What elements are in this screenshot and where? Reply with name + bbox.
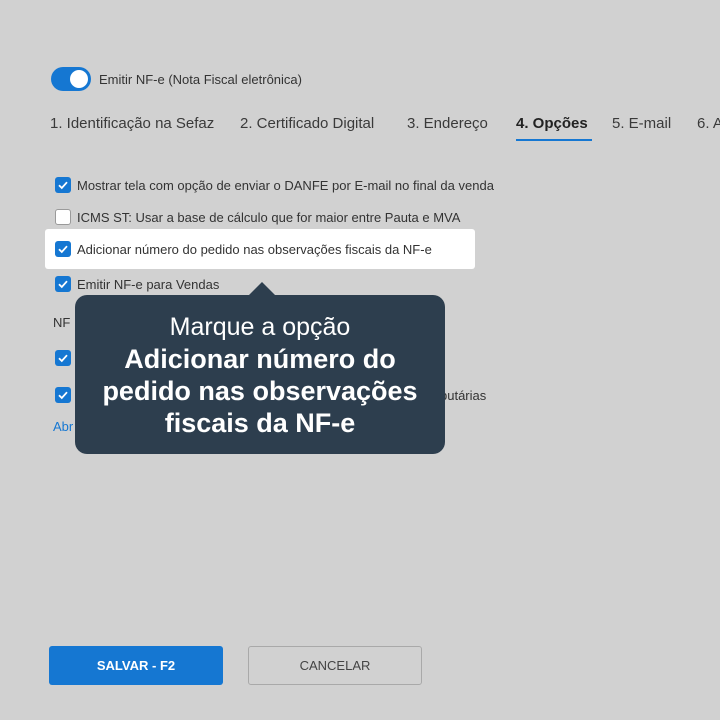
checkbox-danfe-email[interactable]: [55, 177, 71, 193]
tooltip-line1: Marque a opção: [169, 313, 351, 341]
option-label-danfe-email: Mostrar tela com opção de enviar o DANFE…: [77, 177, 494, 193]
option-row-icms-st: ICMS ST: Usar a base de cálculo que for …: [55, 209, 460, 225]
check-icon: [58, 354, 68, 363]
toggle-knob: [70, 70, 88, 88]
cancel-button[interactable]: CANCELAR: [248, 646, 422, 685]
option-row-hidden-2: [55, 387, 71, 403]
option-label-icms-st: ICMS ST: Usar a base de cálculo que for …: [77, 209, 461, 225]
checkbox-hidden-2[interactable]: [55, 387, 71, 403]
tab-opcoes[interactable]: 4. Opções: [516, 113, 588, 135]
option-row-danfe-email: Mostrar tela com opção de enviar o DANFE…: [55, 177, 494, 193]
tab-6[interactable]: 6. A: [697, 113, 720, 135]
option-label-numero-pedido: Adicionar número do pedido nas observaçõ…: [77, 241, 432, 257]
tooltip-arrow: [248, 282, 276, 296]
emit-nfe-toggle-row: Emitir NF-e (Nota Fiscal eletrônica): [51, 67, 302, 91]
check-icon: [58, 181, 68, 190]
check-icon: [58, 391, 68, 400]
save-button[interactable]: SALVAR - F2: [49, 646, 223, 685]
guide-tooltip: Marque a opção Adicionar número do pedid…: [75, 295, 445, 454]
emit-nfe-toggle-label: Emitir NF-e (Nota Fiscal eletrônica): [99, 71, 302, 87]
option-label-hidden-2-tail: butárias: [440, 388, 487, 403]
checkbox-numero-pedido[interactable]: [55, 241, 71, 257]
emit-nfe-toggle[interactable]: [51, 67, 91, 91]
option-row-numero-pedido: Adicionar número do pedido nas observaçõ…: [55, 241, 432, 257]
checkbox-icms-st[interactable]: [55, 209, 71, 225]
checkbox-hidden-1[interactable]: [55, 350, 71, 366]
tab-endereco[interactable]: 3. Endereço: [407, 113, 488, 135]
option-label-emitir-vendas: Emitir NF-e para Vendas: [77, 276, 220, 292]
tooltip-bold-text: Adicionar número do pedido nas observaçõ…: [102, 344, 418, 438]
tab-email[interactable]: 5. E-mail: [612, 113, 671, 135]
section-label-nf: NF: [53, 315, 71, 330]
checkbox-emitir-vendas[interactable]: [55, 276, 71, 292]
check-icon: [58, 245, 68, 254]
active-tab-underline: [516, 139, 592, 141]
link-partial[interactable]: Abr: [53, 419, 73, 434]
option-row-hidden-1: [55, 350, 71, 366]
option-row-emitir-vendas: Emitir NF-e para Vendas: [55, 276, 219, 292]
tab-identificacao[interactable]: 1. Identificação na Sefaz: [50, 113, 214, 135]
tab-certificado[interactable]: 2. Certificado Digital: [240, 113, 374, 135]
check-icon: [58, 280, 68, 289]
